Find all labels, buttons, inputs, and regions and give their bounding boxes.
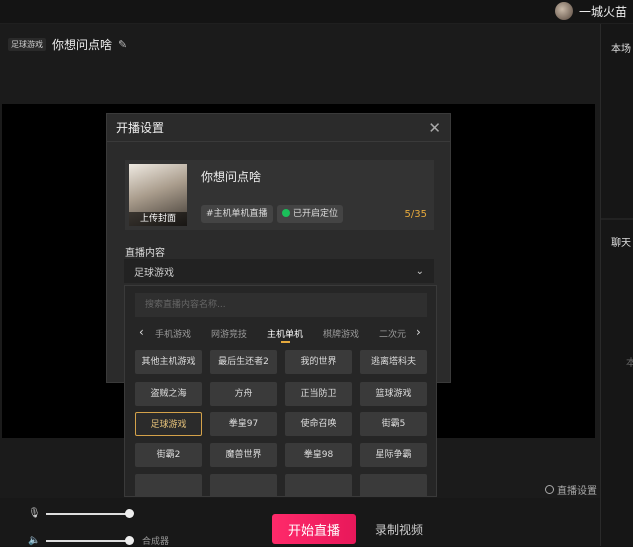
room-title-bar: 足球游戏 你想问点啥 ✎ <box>8 36 127 53</box>
game-option-partial[interactable] <box>210 474 277 496</box>
tab-console-games[interactable]: 主机单机 <box>267 327 303 343</box>
content-select-value: 足球游戏 <box>134 267 174 279</box>
room-title: 你想问点啥 <box>52 38 113 52</box>
live-info-card: 上传封面 你想问点啥 #主机单机直播 已开启定位 5/35 <box>125 160 434 230</box>
tab-anime[interactable]: 二次元 <box>379 327 406 340</box>
location-label: 已开启定位 <box>293 209 339 219</box>
game-option[interactable]: 盗贼之海 <box>135 382 202 406</box>
location-dot-icon <box>282 209 290 217</box>
content-label: 直播内容 <box>125 248 165 259</box>
microphone-icon[interactable]: 🎙 <box>28 508 41 519</box>
dialog-header: 开播设置 ✕ <box>107 114 450 142</box>
user-info[interactable]: 一城火苗 <box>554 2 627 20</box>
game-option[interactable]: 街霸2 <box>135 443 202 467</box>
live-title[interactable]: 你想问点啥 <box>201 168 261 185</box>
close-icon[interactable]: ✕ <box>428 119 441 137</box>
upload-cover-label[interactable]: 上传封面 <box>129 212 187 226</box>
category-tabs: ‹ 手机游戏 网游竞技 主机单机 棋牌游戏 二次元 › <box>125 325 436 343</box>
game-option[interactable]: 逃离塔科夫 <box>360 350 427 374</box>
cover-image[interactable]: 上传封面 <box>129 164 187 226</box>
slider-handle[interactable] <box>125 508 134 518</box>
game-option[interactable]: 我的世界 <box>285 350 352 374</box>
game-option[interactable]: 篮球游戏 <box>360 382 427 406</box>
game-option[interactable]: 魔兽世界 <box>210 443 277 467</box>
dialog-title: 开播设置 <box>116 121 165 135</box>
chevron-down-icon: ⌄ <box>415 265 424 277</box>
tab-mobile-games[interactable]: 手机游戏 <box>155 327 191 340</box>
speaker-volume: 🔈 合成器 <box>28 534 169 547</box>
edit-icon[interactable]: ✎ <box>118 38 127 51</box>
chevron-right-icon[interactable]: › <box>416 325 421 339</box>
right-panel: 本场 聊天 本 <box>600 24 633 546</box>
tab-board-games[interactable]: 棋牌游戏 <box>323 327 359 340</box>
content-select[interactable]: 足球游戏 ⌄ <box>124 259 434 283</box>
gear-icon <box>545 485 554 494</box>
speaker-icon[interactable]: 🔈 <box>28 535 40 546</box>
char-count: 5/35 <box>404 209 427 220</box>
game-option[interactable]: 方舟 <box>210 382 277 406</box>
tab-current-session[interactable]: 本场 <box>611 40 631 55</box>
top-bar: 一城火苗 <box>0 0 633 24</box>
username: 一城火苗 <box>578 4 627 19</box>
speaker-volume-slider[interactable] <box>46 535 134 545</box>
game-option[interactable]: 街霸5 <box>360 412 427 436</box>
category-tag: 足球游戏 <box>8 38 46 51</box>
live-settings-link[interactable]: 直播设置 <box>545 482 597 497</box>
tab-chat[interactable]: 聊天 <box>611 234 631 249</box>
start-live-button[interactable]: 开始直播 <box>272 514 356 544</box>
search-input[interactable] <box>135 293 427 317</box>
live-settings-label: 直播设置 <box>557 486 597 497</box>
mic-volume-slider[interactable] <box>46 508 134 518</box>
chat-placeholder: 本 <box>626 358 633 369</box>
divider <box>601 218 633 220</box>
record-video-button[interactable]: 录制视频 <box>375 521 423 538</box>
slider-handle[interactable] <box>125 535 134 545</box>
game-option[interactable]: 正当防卫 <box>285 382 352 406</box>
game-option[interactable]: 拳皇97 <box>210 412 277 436</box>
game-option-partial[interactable] <box>285 474 352 496</box>
avatar[interactable] <box>554 2 573 20</box>
content-dropdown: ‹ 手机游戏 网游竞技 主机单机 棋牌游戏 二次元 › 其他主机游戏 最后生还者… <box>124 285 437 497</box>
game-option[interactable]: 使命召唤 <box>285 412 352 436</box>
game-option[interactable]: 拳皇98 <box>285 443 352 467</box>
tab-online-games[interactable]: 网游竞技 <box>211 327 247 340</box>
game-option[interactable]: 最后生还者2 <box>210 350 277 374</box>
mic-volume: 🎙 <box>28 508 134 519</box>
game-option[interactable]: 其他主机游戏 <box>135 350 202 374</box>
location-toggle[interactable]: 已开启定位 <box>277 205 344 223</box>
game-option-selected[interactable]: 足球游戏 <box>135 412 202 436</box>
game-option-partial[interactable] <box>360 474 427 496</box>
mixer-link[interactable]: 合成器 <box>142 534 169 547</box>
topic-tag[interactable]: #主机单机直播 <box>201 205 273 223</box>
game-option[interactable]: 星际争霸 <box>360 443 427 467</box>
game-option-partial[interactable] <box>135 474 202 496</box>
chevron-left-icon[interactable]: ‹ <box>139 325 144 339</box>
